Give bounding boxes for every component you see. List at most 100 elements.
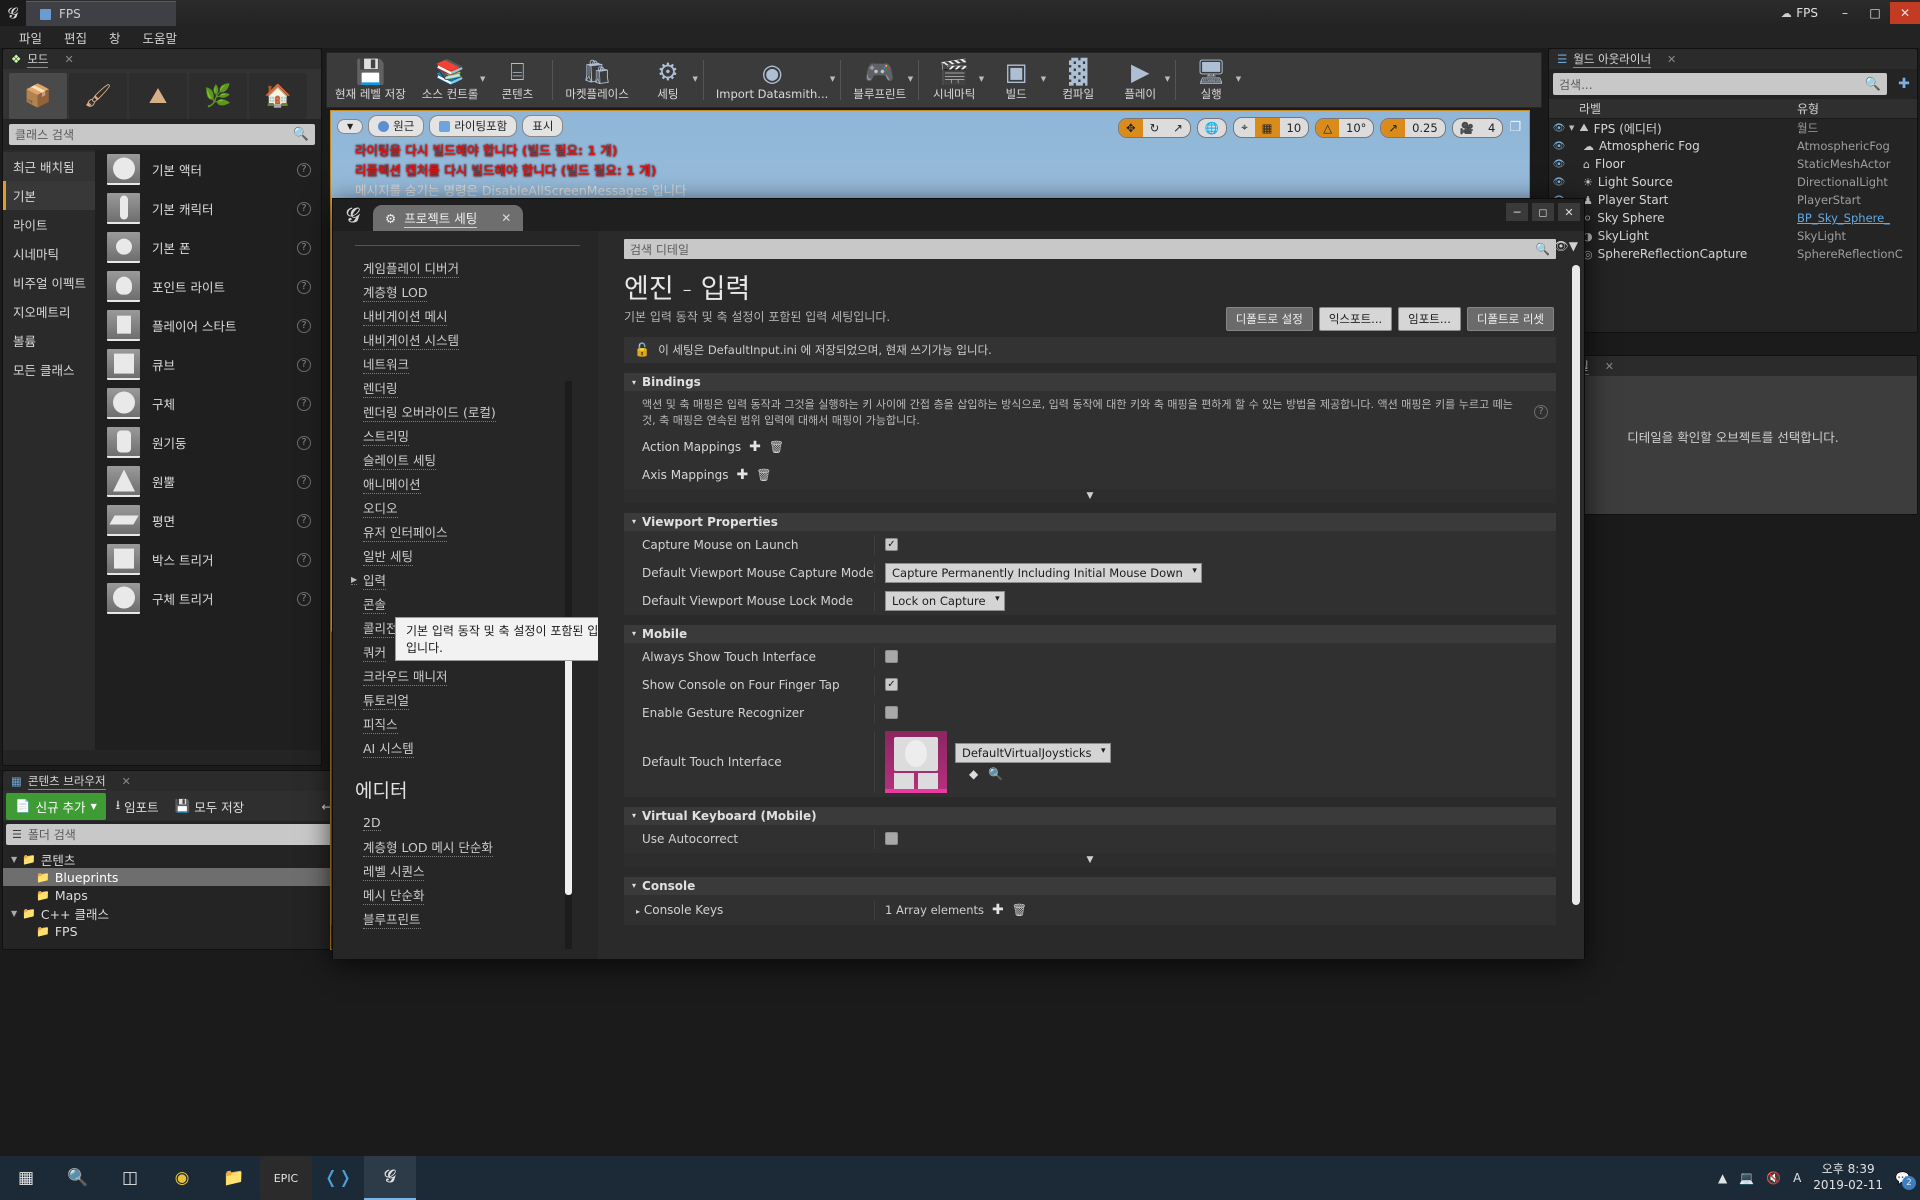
modes-item-2[interactable]: 기본 폰? <box>95 228 321 267</box>
unreal-icon[interactable]: 𝓖 <box>364 1156 416 1200</box>
content-tree-item-3[interactable]: ▼ 📁 C++ 클래스 <box>3 904 341 922</box>
toolbar-button-9[interactable]: ▓ 컴파일 <box>1047 53 1109 107</box>
section-vk-header[interactable]: ▾ Virtual Keyboard (Mobile) <box>624 806 1556 825</box>
help-icon[interactable]: ? <box>297 240 311 255</box>
help-icon[interactable]: ? <box>297 474 311 489</box>
settings-nav-item-10[interactable]: 오디오 <box>333 496 598 520</box>
modes-category-7[interactable]: 모든 클래스 <box>3 355 95 384</box>
toolbar-button-7[interactable]: 🎬 시네마틱 ▼ <box>923 53 985 107</box>
chevron-down-icon[interactable]: ▼ <box>1041 75 1046 83</box>
help-icon[interactable]: ? <box>297 552 311 567</box>
chevron-down-icon[interactable]: ▼ <box>1165 75 1170 83</box>
landscape-mode-icon[interactable]: ⛰ <box>129 73 187 119</box>
settings-nav-item-5[interactable]: 렌더링 <box>333 376 598 400</box>
maximize-viewport-button[interactable]: ❐ <box>1509 120 1521 135</box>
surface-snap-button[interactable]: ⌖ <box>1234 118 1254 137</box>
settings-editor-nav-item-0[interactable]: 2D <box>333 811 598 835</box>
property-checkbox[interactable] <box>885 706 898 720</box>
modes-category-6[interactable]: 볼륨 <box>3 326 95 355</box>
toolbar-button-0[interactable]: 💾 현재 레벨 저장 <box>327 53 414 107</box>
help-icon[interactable]: ? <box>1534 405 1548 419</box>
settings-nav-item-0[interactable]: 게임플레이 디버거 <box>333 256 598 280</box>
help-icon[interactable]: ? <box>297 513 311 528</box>
explorer-icon[interactable]: 📁 <box>208 1156 260 1200</box>
vs-project-tab[interactable]: FPS <box>26 1 176 26</box>
modes-category-2[interactable]: 라이트 <box>3 210 95 239</box>
modes-item-5[interactable]: 큐브? <box>95 345 321 384</box>
property-checkbox[interactable] <box>885 832 898 846</box>
nav-scrollbar-thumb[interactable] <box>565 625 572 895</box>
outliner-search-input[interactable]: 검색... 🔍 <box>1553 73 1887 95</box>
content-tree-item-1[interactable]: ▼📁Blueprints <box>3 868 341 886</box>
close-icon[interactable]: ✕ <box>122 775 131 788</box>
expand-arrow-icon[interactable]: ▼ <box>11 909 17 918</box>
toolbar-button-4[interactable]: ⚙ 세팅 ▼ <box>637 53 699 107</box>
settings-nav-item-18[interactable]: 튜토리얼 <box>333 688 598 712</box>
outliner-row-5[interactable]: 👁⚪Sky SphereBP_Sky_Sphere_ <box>1549 209 1917 227</box>
content-scrollbar-thumb[interactable] <box>1572 265 1580 905</box>
settings-editor-nav-item-3[interactable]: 메시 단순화 <box>333 883 598 907</box>
modes-category-0[interactable]: 최근 배치됨 <box>3 152 95 181</box>
help-icon[interactable]: ? <box>297 318 311 333</box>
settings-editor-nav-item-4[interactable]: 블루프린트 <box>333 907 598 931</box>
outliner-row-3[interactable]: 👁 ☀ Light Source DirectionalLight <box>1549 173 1917 191</box>
camera-speed-value[interactable]: 4 <box>1481 119 1502 137</box>
outliner-col-type[interactable]: 유형 <box>1797 100 1917 117</box>
toolbar-button-5[interactable]: ◉ Import Datasmith... ▼ <box>708 53 836 107</box>
outliner-row-7[interactable]: 👁◎SphereReflectionCaptureSphereReflectio… <box>1549 245 1917 263</box>
toolbar-button-3[interactable]: 🛍 마켓플레이스 <box>557 53 636 107</box>
page-action-button-2[interactable]: 임포트... <box>1398 307 1461 331</box>
content-tree-item-4[interactable]: ▼📁FPS <box>3 922 341 940</box>
add-action-mapping-icon[interactable]: ✚ <box>749 439 761 455</box>
details-view-options-button[interactable]: 👁▼ <box>1554 239 1578 253</box>
property-checkbox[interactable]: ✓ <box>885 538 898 552</box>
modes-item-10[interactable]: 박스 트리거? <box>95 540 321 579</box>
modes-item-8[interactable]: 원뿔? <box>95 462 321 501</box>
help-icon[interactable]: ? <box>297 396 311 411</box>
add-axis-mapping-icon[interactable]: ✚ <box>736 467 748 483</box>
menu-edit[interactable]: 편집 <box>53 26 98 49</box>
toolbar-button-8[interactable]: ▣ 빌드 ▼ <box>985 53 1047 107</box>
scale-snap-value[interactable]: 0.25 <box>1405 119 1445 137</box>
project-settings-tab[interactable]: ⚙ 프로젝트 세팅 ✕ <box>373 205 524 231</box>
class-search-input[interactable]: 클래스 검색 🔍 <box>9 124 315 145</box>
close-icon[interactable]: ✕ <box>1667 53 1676 66</box>
modes-item-9[interactable]: 평면? <box>95 501 321 540</box>
paint-mode-icon[interactable]: 🖌 <box>69 73 127 119</box>
section-viewport-header[interactable]: ▾ Viewport Properties <box>624 512 1556 531</box>
expand-arrow-icon[interactable]: ▼ <box>11 855 17 864</box>
outliner-row-2[interactable]: 👁 ⌂ Floor StaticMeshActor <box>1549 155 1917 173</box>
modes-item-6[interactable]: 구체? <box>95 384 321 423</box>
geometry-mode-icon[interactable]: 🏠 <box>249 73 307 119</box>
settings-editor-nav-item-2[interactable]: 레벨 시퀀스 <box>333 859 598 883</box>
translate-mode-button[interactable]: ✥ <box>1118 118 1143 137</box>
close-icon[interactable]: ✕ <box>64 53 73 66</box>
content-tree-item-0[interactable]: ▼ 📁 콘텐츠 <box>3 850 341 868</box>
chevron-down-icon[interactable]: ▼ <box>692 75 697 83</box>
save-all-button[interactable]: 💾 모두 저장 <box>169 793 251 820</box>
settings-nav-item-13[interactable]: ▶ 입력 <box>333 568 598 592</box>
notifications-icon[interactable]: 💬2 <box>1895 1171 1916 1190</box>
expand-arrow-icon[interactable]: ▸ <box>636 907 640 916</box>
settings-nav-item-17[interactable]: 크라우드 매니저 <box>333 664 598 688</box>
add-console-key-icon[interactable]: ✚ <box>992 902 1004 918</box>
modes-category-4[interactable]: 비주얼 이펙트 <box>3 268 95 297</box>
outliner-row-4[interactable]: 👁♟Player StartPlayerStart <box>1549 191 1917 209</box>
page-action-button-1[interactable]: 익스포트... <box>1318 307 1393 331</box>
clock[interactable]: 오후 8:39 2019-02-11 <box>1813 1162 1883 1193</box>
help-icon[interactable]: ? <box>297 201 311 216</box>
modes-item-1[interactable]: 기본 캐릭터? <box>95 189 321 228</box>
folder-search-input[interactable]: ☰ 폴더 검색 <box>6 824 338 845</box>
taskview-icon[interactable]: ◫ <box>104 1156 156 1200</box>
outliner-row-6[interactable]: 👁◑SkyLightSkyLight <box>1549 227 1917 245</box>
epic-icon[interactable]: EPIC <box>260 1156 312 1200</box>
modes-category-3[interactable]: 시네마틱 <box>3 239 95 268</box>
section-bindings-header[interactable]: ▾ Bindings <box>624 373 1556 391</box>
settings-nav-item-7[interactable]: 스트리밍 <box>333 424 598 448</box>
viewport-lit-button[interactable]: 라이팅포함 <box>429 115 518 137</box>
help-icon[interactable]: ? <box>297 435 311 450</box>
outliner-row-1[interactable]: 👁 ☁ Atmospheric Fog AtmosphericFog <box>1549 137 1917 155</box>
network-icon[interactable]: 💻 <box>1739 1171 1754 1185</box>
modes-item-0[interactable]: 기본 액터? <box>95 150 321 189</box>
toolbar-button-2[interactable]: ⌸ 콘텐츠 <box>486 53 548 107</box>
